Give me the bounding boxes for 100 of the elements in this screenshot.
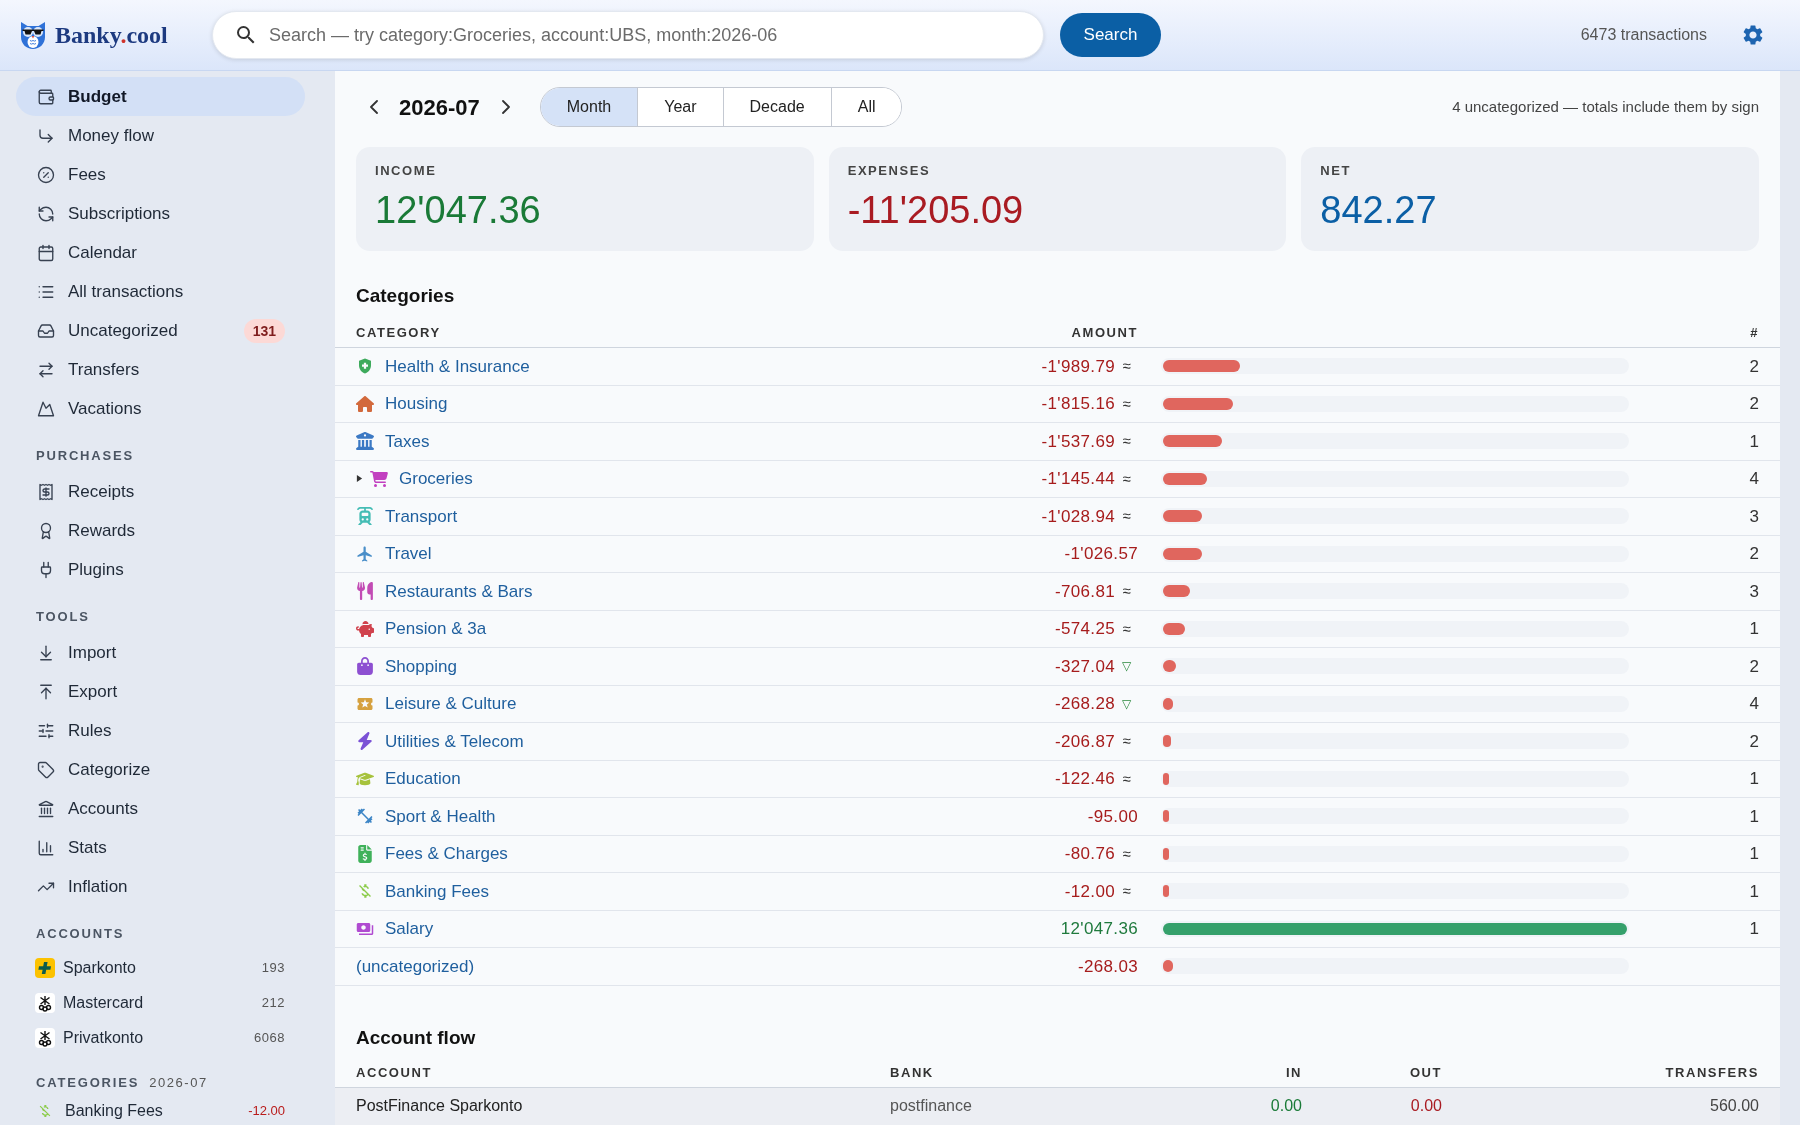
- calendar-icon: [37, 243, 55, 262]
- category-link[interactable]: Transport: [385, 503, 458, 529]
- transaction-count: 4: [1749, 469, 1759, 488]
- amount: -1'537.69: [1041, 430, 1115, 453]
- category-link[interactable]: Health & Insurance: [385, 353, 530, 379]
- trend-indicator: ≈: [1121, 468, 1132, 489]
- table-cell-text: postfinance: [890, 1096, 972, 1117]
- nav-item[interactable]: Calendar: [16, 233, 305, 272]
- transaction-total: 6473 transactions: [1580, 25, 1707, 45]
- range-tab[interactable]: Month: [540, 88, 638, 126]
- caret-right-icon[interactable]: [356, 475, 363, 483]
- transaction-count: 1: [1749, 806, 1759, 826]
- column-header: CATEGORY: [356, 323, 441, 342]
- period-label: 2026-07: [399, 93, 480, 122]
- nav-item[interactable]: Transfers: [16, 350, 305, 389]
- category-link[interactable]: Travel: [385, 541, 432, 567]
- previous-button[interactable]: [370, 100, 378, 114]
- receipt-icon: [37, 482, 55, 501]
- account-item[interactable]: Sparkonto 193: [0, 950, 335, 985]
- nav-item[interactable]: Stats: [16, 828, 305, 867]
- category-link[interactable]: Fees & Charges: [385, 841, 508, 867]
- column-header: ACCOUNT: [356, 1064, 432, 1083]
- section-heading: ACCOUNTS: [36, 925, 125, 943]
- percent-circle-icon: [37, 165, 55, 184]
- column-header: IN: [1285, 1064, 1302, 1083]
- card-value: -11'205.09: [847, 188, 1024, 232]
- nav-item[interactable]: Uncategorized 131: [16, 311, 305, 350]
- category-link[interactable]: Sport & Health: [385, 803, 496, 829]
- mountain-icon: [37, 399, 55, 418]
- trend-indicator: ▽: [1121, 695, 1132, 713]
- wallet-icon: [37, 87, 55, 106]
- nav-item[interactable]: Inflation: [16, 867, 305, 906]
- account-item[interactable]: Mastercard 212: [0, 985, 335, 1020]
- category-link[interactable]: (uncategorized): [356, 953, 475, 979]
- chevron-left-icon: [370, 100, 378, 114]
- category-item[interactable]: Banking Fees -12.00: [0, 1099, 335, 1123]
- amount: -327.04: [1054, 655, 1115, 678]
- sliders-icon: [37, 721, 55, 740]
- trend-indicator: ≈: [1121, 581, 1132, 601]
- nav-item[interactable]: Vacations: [16, 389, 305, 428]
- transaction-count: 1: [1749, 919, 1759, 938]
- category-link[interactable]: Taxes: [385, 428, 430, 454]
- next-button[interactable]: [501, 100, 510, 114]
- bank-building-icon: [37, 799, 55, 818]
- nav-item[interactable]: Receipts: [16, 472, 305, 511]
- chevron-right-icon: [501, 100, 510, 114]
- settings-icon[interactable]: [1741, 23, 1765, 47]
- section-heading: PURCHASES: [36, 447, 134, 465]
- category-link[interactable]: Restaurants & Bars: [385, 578, 533, 604]
- nav-item[interactable]: Categorize: [16, 750, 305, 789]
- amount: -80.76: [1064, 843, 1115, 865]
- owl-logo-icon: [20, 21, 46, 49]
- transaction-count: 1: [1749, 881, 1759, 901]
- transaction-count: 4: [1749, 694, 1759, 713]
- category-link[interactable]: Banking Fees: [385, 878, 489, 904]
- card-label: EXPENSES: [847, 163, 931, 179]
- nav-item[interactable]: Rewards: [16, 511, 305, 550]
- category-link[interactable]: Pension & 3a: [385, 616, 487, 642]
- refresh-icon: [37, 204, 55, 223]
- transaction-count: 2: [1749, 356, 1759, 376]
- account-item[interactable]: Privatkonto 6068: [0, 1020, 335, 1055]
- nav-item[interactable]: Rules: [16, 711, 305, 750]
- nav-item[interactable]: Export: [16, 672, 305, 711]
- category-link[interactable]: Education: [385, 766, 461, 792]
- nav-item[interactable]: Accounts: [16, 789, 305, 828]
- section-title: Account flow: [356, 1025, 476, 1050]
- category-link[interactable]: Salary: [385, 916, 434, 942]
- trend-indicator: ≈: [1121, 881, 1132, 901]
- transaction-count: 2: [1749, 544, 1759, 563]
- nav-item[interactable]: All transactions: [16, 272, 305, 311]
- range-tab[interactable]: All: [830, 88, 902, 126]
- nav-item[interactable]: Fees: [16, 155, 305, 194]
- category-link[interactable]: Utilities & Telecom: [385, 728, 524, 754]
- trend-indicator: ≈: [1121, 731, 1132, 751]
- trend-indicator: ≈: [1121, 356, 1132, 376]
- section-title: Categories: [356, 284, 455, 308]
- table-cell-text: 0.00: [1410, 1096, 1442, 1117]
- search-field[interactable]: Search — try category:Groceries, account:UBS, month:2026-06: [212, 11, 1044, 59]
- category-link[interactable]: Groceries: [399, 466, 473, 492]
- trend-indicator: ▽: [1121, 658, 1132, 676]
- nav-item[interactable]: Subscriptions: [16, 194, 305, 233]
- nav-item[interactable]: Budget: [16, 77, 305, 116]
- transaction-count: 3: [1749, 506, 1759, 526]
- transaction-count: 1: [1749, 431, 1759, 451]
- totals-note: 4 uncategorized — totals include them by sign: [1452, 96, 1759, 117]
- nav-item[interactable]: Import: [16, 633, 305, 672]
- category-link[interactable]: Leisure & Culture: [385, 691, 517, 717]
- amount: -706.81: [1054, 580, 1115, 603]
- transaction-count: 1: [1749, 619, 1759, 638]
- bar-chart-icon: [37, 838, 55, 857]
- category-link[interactable]: Shopping: [385, 653, 457, 679]
- transaction-count: 2: [1749, 731, 1759, 751]
- table-cell-text: 0.00: [1270, 1096, 1302, 1117]
- search-button[interactable]: Search: [1060, 13, 1161, 57]
- amount: -1'026.57: [1064, 543, 1138, 565]
- count-badge: 131: [243, 318, 285, 343]
- trend-indicator: ≈: [1121, 506, 1132, 526]
- nav-item[interactable]: Money flow: [16, 116, 305, 155]
- category-link[interactable]: Housing: [385, 391, 448, 417]
- nav-item[interactable]: Plugins: [16, 550, 305, 589]
